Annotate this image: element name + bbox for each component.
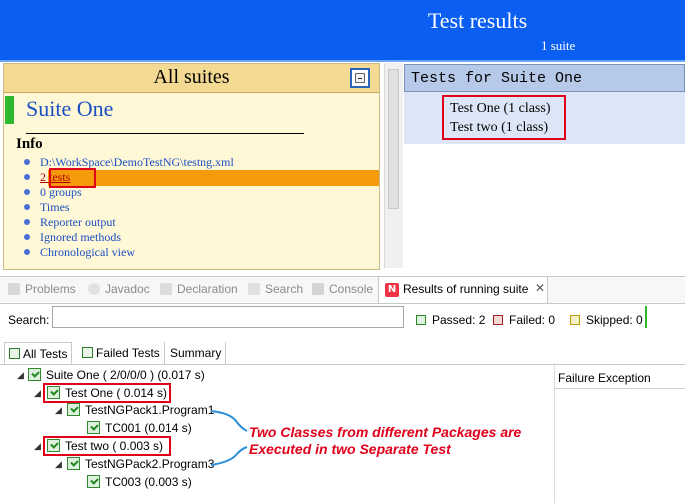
failure-exception-header: Failure Exception — [558, 371, 651, 385]
connector-line-one — [210, 410, 248, 432]
annotation-line-two: Executed in two Separate Test — [249, 441, 451, 457]
annotation-callout: Two Classes from different Packages are … — [249, 424, 521, 458]
failure-divider — [554, 363, 555, 503]
annotation-line-one: Two Classes from different Packages are — [249, 424, 522, 440]
connector-line-two — [210, 446, 248, 466]
failure-header-rule — [555, 388, 685, 389]
